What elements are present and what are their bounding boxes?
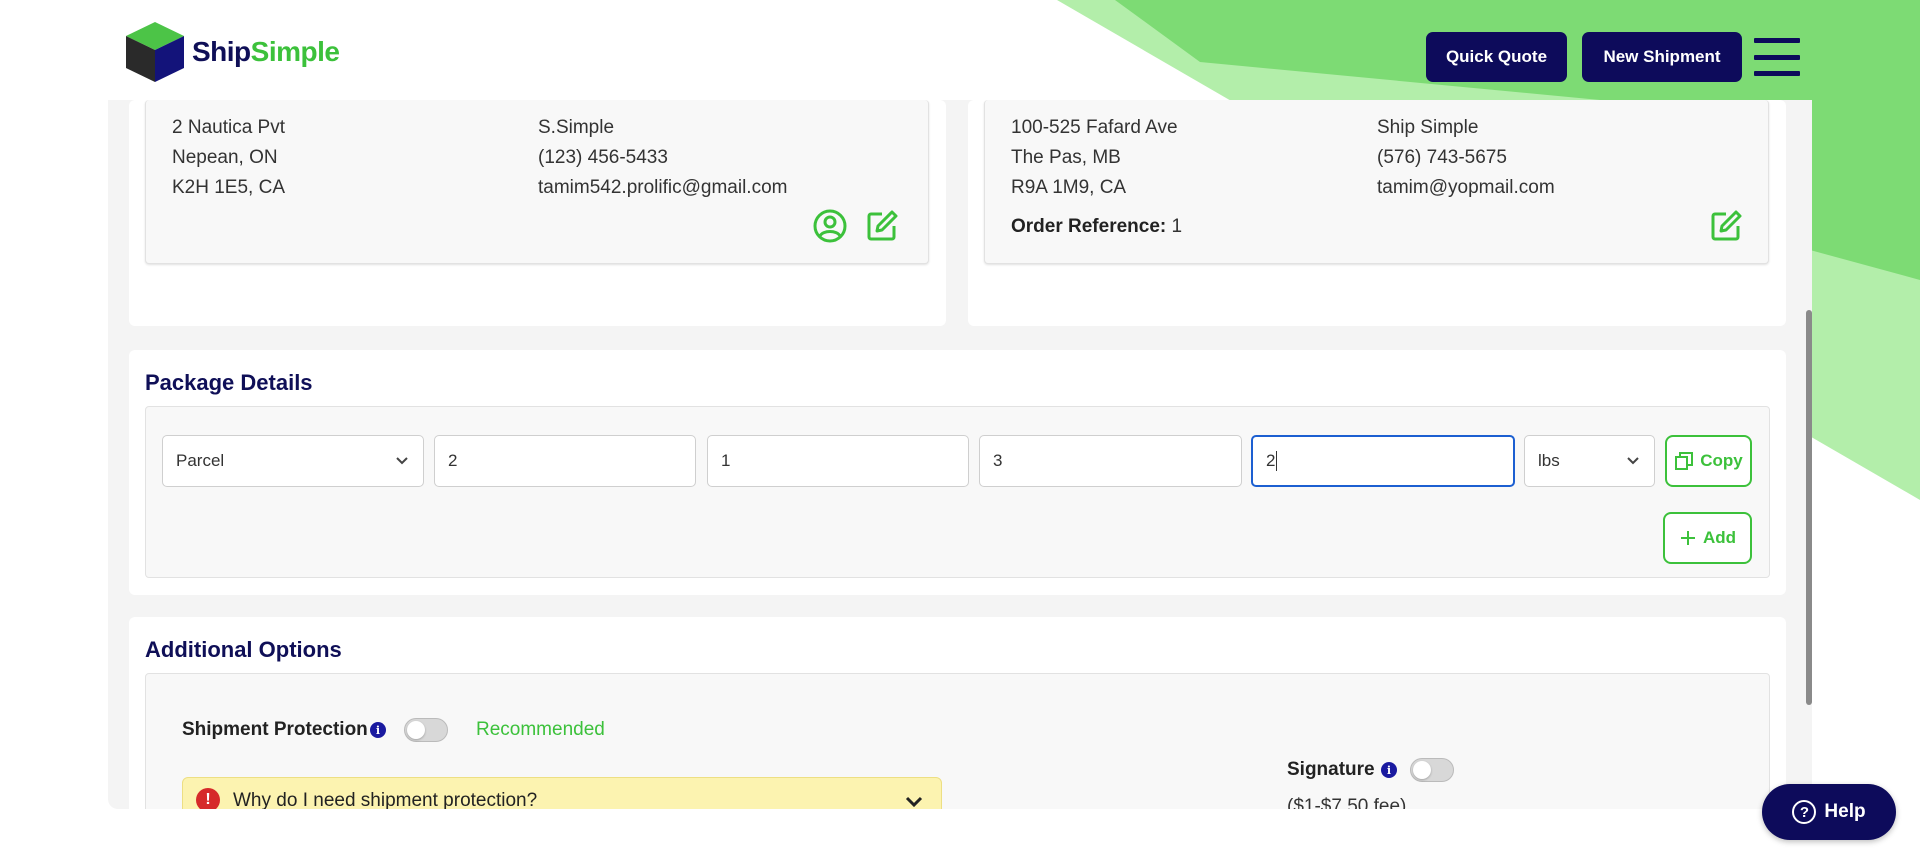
package-type-value: Parcel — [176, 451, 225, 470]
from-address-card: 2 Nautica Pvt Nepean, ON K2H 1E5, CA S.S… — [129, 100, 946, 326]
weight-input[interactable]: 2 — [1251, 435, 1515, 487]
question-icon: ? — [1792, 800, 1817, 824]
scrollbar-thumb[interactable] — [1806, 310, 1812, 705]
copy-icon — [1675, 452, 1694, 470]
signature-label: Signature — [1287, 759, 1375, 780]
additional-options-box: Shipment Protection i Recommended ! Why … — [145, 673, 1770, 809]
chevron-down-icon — [1627, 457, 1639, 465]
from-address-line3: K2H 1E5, CA — [172, 177, 285, 198]
shipment-form-panel: 2 Nautica Pvt Nepean, ON K2H 1E5, CA S.S… — [108, 100, 1812, 809]
to-address-line1: 100-525 Fafard Ave — [1011, 117, 1178, 138]
new-shipment-button[interactable]: New Shipment — [1582, 32, 1742, 82]
add-package-button[interactable]: Add — [1663, 512, 1752, 564]
from-email: tamim542.prolific@gmail.com — [538, 177, 788, 198]
to-address-box: 100-525 Fafard Ave The Pas, MB R9A 1M9, … — [984, 100, 1769, 264]
length-value: 2 — [448, 451, 458, 470]
height-input[interactable]: 3 — [979, 435, 1242, 487]
order-reference-label: Order Reference: — [1011, 216, 1167, 237]
cube-logo-icon — [126, 22, 184, 82]
from-address-box: 2 Nautica Pvt Nepean, ON K2H 1E5, CA S.S… — [145, 100, 929, 264]
to-address-line2: The Pas, MB — [1011, 147, 1121, 168]
shipment-protection-toggle[interactable] — [404, 718, 448, 742]
package-details-card: Package Details Parcel 2 1 3 2 lbs Copy … — [129, 350, 1786, 595]
edit-to-address-icon[interactable] — [1708, 208, 1744, 244]
info-icon[interactable]: i — [370, 722, 386, 738]
copy-package-button[interactable]: Copy — [1665, 435, 1752, 487]
plus-icon — [1680, 531, 1695, 545]
to-address-card: 100-525 Fafard Ave The Pas, MB R9A 1M9, … — [968, 100, 1786, 326]
to-contact-name: Ship Simple — [1377, 117, 1479, 138]
length-input[interactable]: 2 — [434, 435, 696, 487]
faq-question: Why do I need shipment protection? — [233, 790, 538, 809]
from-address-line1: 2 Nautica Pvt — [172, 117, 285, 138]
chevron-down-icon — [396, 457, 408, 465]
logo[interactable]: ShipSimple — [124, 20, 340, 84]
to-email: tamim@yopmail.com — [1377, 177, 1555, 198]
signature-fee: ($1-$7.50 fee) — [1287, 796, 1407, 809]
weight-value: 2 — [1266, 451, 1276, 470]
order-reference-value: 1 — [1171, 216, 1183, 237]
weight-unit-select[interactable]: lbs — [1524, 435, 1655, 487]
signature-toggle[interactable] — [1410, 758, 1454, 782]
info-icon[interactable]: i — [1381, 762, 1397, 778]
to-phone: (576) 743-5675 — [1377, 147, 1507, 168]
protection-faq-accordion[interactable]: ! Why do I need shipment protection? — [182, 777, 942, 809]
copy-label: Copy — [1700, 451, 1743, 470]
add-label: Add — [1702, 528, 1737, 547]
from-phone: (123) 456-5433 — [538, 147, 668, 168]
from-contact-name: S.Simple — [538, 117, 615, 138]
edit-from-address-icon[interactable] — [864, 208, 900, 244]
height-value: 3 — [993, 451, 1003, 470]
quick-quote-button[interactable]: Quick Quote — [1426, 32, 1567, 82]
logo-text: ShipSimple — [192, 36, 340, 67]
text-cursor — [1276, 451, 1278, 471]
chevron-down-icon — [905, 796, 923, 808]
scrollbar[interactable] — [1806, 100, 1812, 800]
weight-unit-value: lbs — [1538, 451, 1560, 470]
additional-options-card: Additional Options Shipment Protection i… — [129, 617, 1786, 809]
recommended-label: Recommended — [476, 719, 605, 740]
alert-icon: ! — [196, 788, 220, 809]
to-address-line3: R9A 1M9, CA — [1011, 177, 1127, 198]
package-details-title: Package Details — [145, 370, 313, 395]
width-input[interactable]: 1 — [707, 435, 969, 487]
shipment-protection-label: Shipment Protection — [182, 719, 368, 740]
user-circle-icon[interactable] — [812, 208, 848, 244]
width-value: 1 — [721, 451, 731, 470]
additional-options-title: Additional Options — [145, 637, 342, 662]
order-reference: Order Reference: 1 — [1011, 216, 1182, 238]
help-label: Help — [1824, 801, 1866, 822]
package-row-box: Parcel 2 1 3 2 lbs Copy Add — [145, 406, 1770, 578]
package-type-select[interactable]: Parcel — [162, 435, 424, 487]
top-header: ShipSimple Quick Quote New Shipment — [0, 0, 1920, 100]
from-address-line2: Nepean, ON — [172, 147, 278, 168]
hamburger-menu-icon[interactable] — [1754, 38, 1800, 76]
help-button[interactable]: ? Help — [1762, 784, 1896, 840]
